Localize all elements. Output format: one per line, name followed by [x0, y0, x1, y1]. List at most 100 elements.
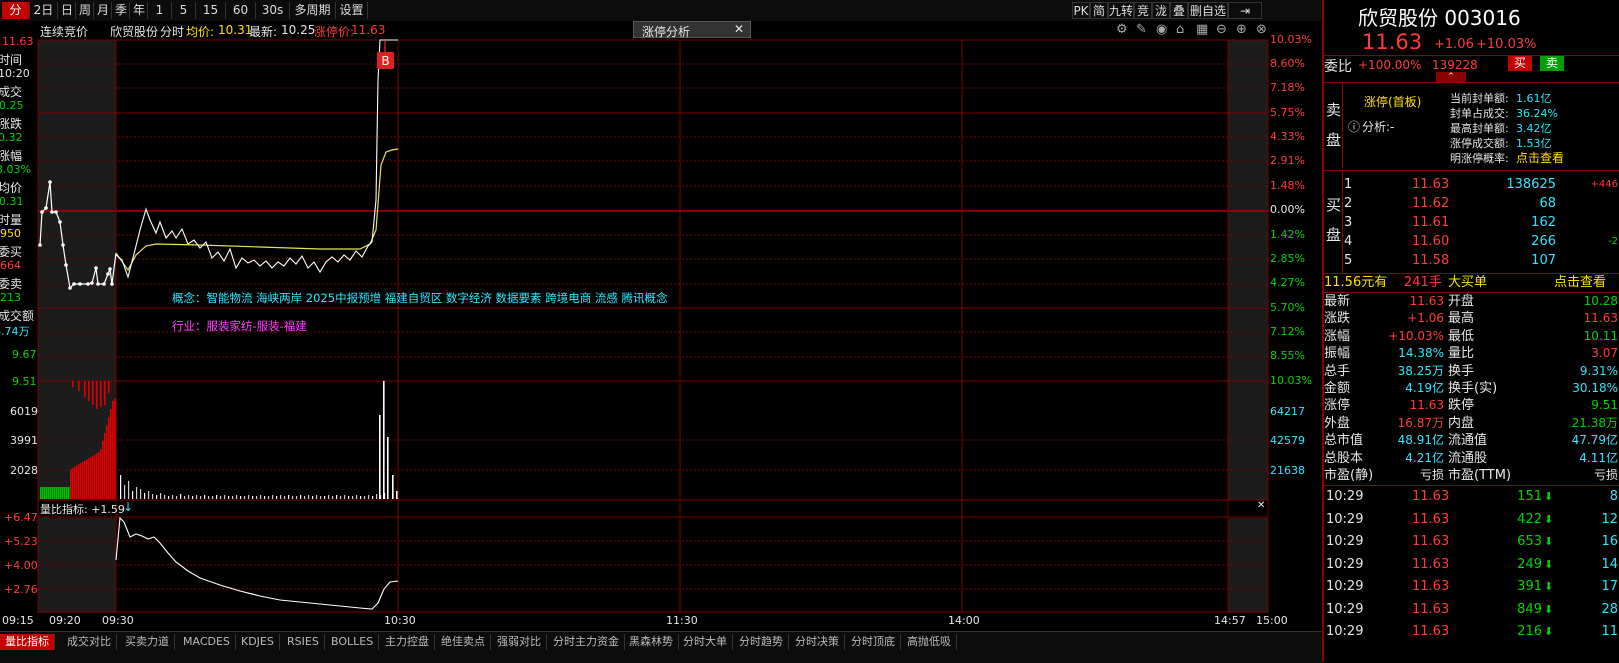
- volume-bar: [110, 409, 112, 499]
- toolbar-right-3[interactable]: 竞: [1134, 2, 1152, 19]
- toolbar-right-0[interactable]: PK: [1072, 2, 1090, 19]
- stat-value-left: 14.38%: [1398, 346, 1444, 361]
- volume-bar: [260, 495, 262, 499]
- toolbar-item-1[interactable]: 2日: [30, 2, 58, 19]
- auction-dot-8: [64, 263, 68, 267]
- toolbar-item-13[interactable]: 设置: [336, 2, 368, 19]
- indicator-tab-6[interactable]: BOLLES: [326, 634, 380, 650]
- bid-row[interactable]: 4 11.60 266 -2: [1324, 233, 1619, 250]
- limit-analysis-tab-label: 涨停分析: [642, 25, 691, 39]
- eye-icon[interactable]: ◉: [1156, 22, 1167, 37]
- seal-stat-row[interactable]: 明涨停概率: 点击查看: [1450, 151, 1619, 166]
- big-order-price: 11.56元有: [1324, 275, 1388, 290]
- volume-bar: [68, 487, 70, 499]
- indicator-tab-5[interactable]: RSIES: [282, 634, 325, 650]
- volume-bar: [54, 487, 56, 499]
- zoom-out-icon[interactable]: ⊖: [1216, 22, 1227, 37]
- stat-value-right: 4.11亿: [1579, 450, 1618, 465]
- toolbar-right-1[interactable]: 简: [1090, 2, 1108, 19]
- indicator-tab-13[interactable]: 分时趋势: [734, 634, 789, 650]
- stat-label-right: 流通值: [1448, 433, 1488, 449]
- stat-value-left: +10.03%: [1388, 328, 1444, 343]
- left-info-column: 11.63 时间 10:20 成交 10.25 涨跌 -0.32 涨幅 -3.0…: [0, 35, 38, 365]
- indicator-tab-3[interactable]: MACDES: [178, 634, 236, 650]
- volume-bar: [128, 481, 130, 499]
- time-axis-label-2: 09:30: [102, 614, 134, 627]
- amt-value: 4.74万: [0, 325, 30, 338]
- indicator-tab-14[interactable]: 分时决策: [790, 634, 845, 650]
- indicator-tab-4[interactable]: KDJES: [236, 634, 280, 650]
- volume-bar: [50, 487, 52, 499]
- limit-analysis-tab[interactable]: 涨停分析 ✕: [633, 21, 751, 39]
- webi-value: +100.00%: [1358, 58, 1422, 72]
- indicator-tab-2[interactable]: 买卖力道: [120, 634, 175, 650]
- indicator-tab-8[interactable]: 绝佳卖点: [436, 634, 491, 650]
- indicator-tab-16[interactable]: 高抛低吸: [902, 634, 957, 650]
- stat-label-left: 总手: [1324, 363, 1351, 379]
- toolbar-item-11[interactable]: 30s: [256, 2, 290, 19]
- zoom-in-icon[interactable]: ⊕: [1236, 22, 1247, 37]
- volume-bar: [124, 485, 126, 499]
- concept-text[interactable]: 概念：智能物流 海峡两岸 2025中报预增 福建自贸区 数字经济 数据要素 跨境…: [172, 290, 668, 306]
- lock-icon[interactable]: ⌂: [1176, 22, 1184, 37]
- toolbar-right-4[interactable]: 泷: [1152, 2, 1170, 19]
- indicator-tab-1[interactable]: 成交对比: [62, 634, 117, 650]
- volume-bar: [324, 496, 326, 499]
- toolbar-item-10[interactable]: 60分: [226, 2, 256, 34]
- bid-row[interactable]: 1 11.63 138625 +446: [1324, 176, 1619, 193]
- bid-row[interactable]: 5 11.58 107: [1324, 252, 1619, 269]
- indicator-tab-7[interactable]: 主力控盘: [380, 634, 435, 650]
- toolbar-right-2[interactable]: 九转: [1108, 2, 1134, 19]
- grid-icon[interactable]: ▦: [1196, 22, 1208, 37]
- sell-button[interactable]: 卖: [1540, 56, 1564, 71]
- auction-dot-10: [72, 282, 76, 286]
- toolbar-right-6[interactable]: 删自选: [1188, 2, 1228, 19]
- toolbar-item-5[interactable]: 季: [112, 2, 130, 19]
- toolbar-item-12[interactable]: 多周期: [290, 2, 336, 19]
- volume-bar: [348, 496, 350, 499]
- indicator-tab-12[interactable]: 分时大单: [678, 634, 733, 650]
- pct-axis-label-8: 1.42%: [1270, 228, 1305, 241]
- big-order-link[interactable]: 点击查看: [1554, 274, 1606, 292]
- auction-dot-11: [78, 282, 82, 286]
- bid-value: 664: [0, 259, 21, 272]
- close-icon[interactable]: ✕: [734, 22, 744, 36]
- volume-bar: [104, 433, 106, 499]
- arrow-down-icon: ⬇: [1544, 490, 1554, 503]
- seal-stat-value[interactable]: 点击查看: [1516, 151, 1564, 166]
- indicator-tab-15[interactable]: 分时顶底: [846, 634, 901, 650]
- toolbar-right-7[interactable]: ⇥: [1228, 2, 1262, 19]
- volume-bar: [76, 465, 78, 499]
- toolbar-right-5[interactable]: 叠: [1170, 2, 1188, 19]
- big-order-row[interactable]: 11.56元有 241手 大买单 点击查看: [1324, 274, 1619, 292]
- settings-gear-icon[interactable]: ⚙: [1116, 22, 1128, 37]
- bid-row[interactable]: 2 11.62 68: [1324, 195, 1619, 212]
- volume-bar: [74, 466, 76, 499]
- volume-bar: [184, 496, 186, 499]
- close-chart-icon[interactable]: ⊗: [1256, 22, 1267, 37]
- toolbar-item-9[interactable]: 15分: [196, 2, 226, 34]
- toolbar-item-3[interactable]: 周: [76, 2, 94, 19]
- indicator-tab-0[interactable]: 量比指标: [0, 634, 55, 650]
- bid-row[interactable]: 3 11.61 162: [1324, 214, 1619, 231]
- pen-draw-icon[interactable]: ✎: [1136, 22, 1147, 37]
- indicator-tab-11[interactable]: 黑森林势: [624, 634, 679, 650]
- toolbar-item-2[interactable]: 日: [58, 2, 76, 19]
- collapse-chevron-icon[interactable]: ⌃: [1436, 72, 1466, 82]
- toolbar-item-4[interactable]: 月: [94, 2, 112, 19]
- toolbar-item-8[interactable]: 5分: [172, 2, 196, 34]
- industry-text[interactable]: 行业：服装家纺-服装-福建: [172, 318, 307, 334]
- toolbar-item-7[interactable]: 1分: [148, 2, 172, 34]
- toolbar-item-6[interactable]: 年: [130, 2, 148, 19]
- volume-bar: [86, 459, 88, 499]
- chart-header: 连续竞价 欣贸股份 分时 均价: 10.31 最新: 10.25 涨停价: 11…: [38, 21, 1268, 39]
- indicator-tab-10[interactable]: 分时主力资金: [548, 634, 625, 650]
- buy-button[interactable]: 买: [1508, 56, 1532, 71]
- stat-value-left: 4.21亿: [1405, 450, 1444, 465]
- indicator-tab-9[interactable]: 强弱对比: [492, 634, 547, 650]
- toolbar-item-0[interactable]: 分时: [2, 2, 30, 34]
- close-indicator-icon[interactable]: ✕: [1257, 500, 1265, 511]
- seal-stat-row: 当前封单额: 1.61亿: [1450, 91, 1619, 106]
- auction-dot-5: [54, 210, 58, 214]
- volume-bar: [392, 475, 394, 499]
